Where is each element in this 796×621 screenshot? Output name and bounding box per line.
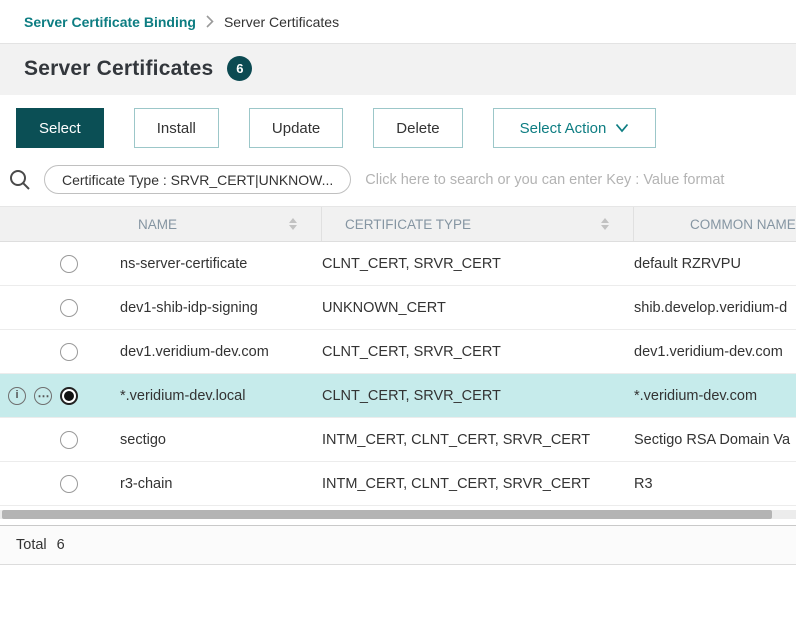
ellipsis-menu-icon[interactable]: ⋯ bbox=[34, 387, 52, 405]
cell-common-name: R3 bbox=[634, 476, 796, 492]
cell-name: *.veridium-dev.local bbox=[96, 388, 322, 404]
delete-button[interactable]: Delete bbox=[373, 108, 462, 148]
search-bar: Certificate Type : SRVR_CERT|UNKNOW... bbox=[0, 162, 796, 206]
header-common-name-label: COMMON NAME bbox=[690, 217, 796, 232]
table-row[interactable]: sectigo INTM_CERT, CLNT_CERT, SRVR_CERT … bbox=[0, 418, 796, 462]
row-radio[interactable] bbox=[60, 255, 78, 273]
search-icon bbox=[8, 168, 32, 192]
chevron-right-icon bbox=[206, 15, 214, 28]
page-title: Server Certificates bbox=[24, 57, 213, 81]
cell-common-name: shib.develop.veridium-d bbox=[634, 300, 796, 316]
cell-certificate-type: CLNT_CERT, SRVR_CERT bbox=[322, 388, 634, 404]
cell-name: dev1.veridium-dev.com bbox=[96, 344, 322, 360]
breadcrumb: Server Certificate Binding Server Certif… bbox=[0, 0, 796, 44]
select-button[interactable]: Select bbox=[16, 108, 104, 148]
update-button[interactable]: Update bbox=[249, 108, 343, 148]
table-row[interactable]: dev1.veridium-dev.com CLNT_CERT, SRVR_CE… bbox=[0, 330, 796, 374]
cell-common-name: default RZRVPU bbox=[634, 256, 796, 272]
cell-name: dev1-shib-idp-signing bbox=[96, 300, 322, 316]
row-radio-checked[interactable] bbox=[60, 387, 78, 405]
cell-name: ns-server-certificate bbox=[96, 256, 322, 272]
cell-certificate-type: CLNT_CERT, SRVR_CERT bbox=[322, 256, 634, 272]
cell-certificate-type: UNKNOWN_CERT bbox=[322, 300, 634, 316]
install-button[interactable]: Install bbox=[134, 108, 219, 148]
header-certificate-type-label: CERTIFICATE TYPE bbox=[345, 217, 471, 232]
row-radio[interactable] bbox=[60, 343, 78, 361]
select-action-dropdown[interactable]: Select Action bbox=[493, 108, 657, 148]
cell-name: r3-chain bbox=[96, 476, 322, 492]
select-action-label: Select Action bbox=[520, 120, 607, 137]
table-footer: Total 6 bbox=[0, 525, 796, 565]
horizontal-scrollbar-thumb[interactable] bbox=[2, 510, 772, 519]
header-name-label: NAME bbox=[138, 217, 177, 232]
breadcrumb-current: Server Certificates bbox=[224, 14, 339, 30]
header-common-name[interactable]: COMMON NAME bbox=[634, 207, 796, 241]
ellipsis-glyph: ⋯ bbox=[38, 390, 49, 402]
sort-icon[interactable] bbox=[601, 218, 609, 230]
header-certificate-type[interactable]: CERTIFICATE TYPE bbox=[322, 207, 634, 241]
total-value: 6 bbox=[57, 537, 65, 553]
info-glyph: i bbox=[15, 390, 18, 401]
count-badge: 6 bbox=[227, 56, 252, 81]
row-radio[interactable] bbox=[60, 299, 78, 317]
certificates-table: NAME CERTIFICATE TYPE COMMON NAME ns-ser… bbox=[0, 206, 796, 506]
info-icon[interactable]: i bbox=[8, 387, 26, 405]
table-row[interactable]: dev1-shib-idp-signing UNKNOWN_CERT shib.… bbox=[0, 286, 796, 330]
total-label: Total bbox=[16, 537, 47, 553]
cell-common-name: *.veridium-dev.com bbox=[634, 388, 796, 404]
chevron-down-icon bbox=[615, 123, 629, 133]
breadcrumb-parent-link[interactable]: Server Certificate Binding bbox=[24, 14, 196, 30]
cell-common-name: Sectigo RSA Domain Va bbox=[634, 432, 796, 448]
sort-icon[interactable] bbox=[289, 218, 297, 230]
table-row-selected[interactable]: i ⋯ *.veridium-dev.local CLNT_CERT, SRVR… bbox=[0, 374, 796, 418]
row-radio[interactable] bbox=[60, 475, 78, 493]
table-header-row: NAME CERTIFICATE TYPE COMMON NAME bbox=[0, 206, 796, 242]
search-input[interactable] bbox=[363, 171, 780, 189]
filter-chip-certificate-type[interactable]: Certificate Type : SRVR_CERT|UNKNOW... bbox=[44, 165, 351, 194]
table-row[interactable]: ns-server-certificate CLNT_CERT, SRVR_CE… bbox=[0, 242, 796, 286]
row-radio[interactable] bbox=[60, 431, 78, 449]
page-header: Server Certificates 6 bbox=[0, 44, 796, 95]
horizontal-scrollbar-track bbox=[0, 510, 796, 519]
cell-common-name: dev1.veridium-dev.com bbox=[634, 344, 796, 360]
toolbar: Select Install Update Delete Select Acti… bbox=[0, 95, 796, 162]
cell-name: sectigo bbox=[96, 432, 322, 448]
cell-certificate-type: INTM_CERT, CLNT_CERT, SRVR_CERT bbox=[322, 476, 634, 492]
cell-certificate-type: INTM_CERT, CLNT_CERT, SRVR_CERT bbox=[322, 432, 634, 448]
cell-certificate-type: CLNT_CERT, SRVR_CERT bbox=[322, 344, 634, 360]
header-name[interactable]: NAME bbox=[96, 207, 322, 241]
header-select-column bbox=[0, 207, 96, 241]
table-row[interactable]: r3-chain INTM_CERT, CLNT_CERT, SRVR_CERT… bbox=[0, 462, 796, 506]
